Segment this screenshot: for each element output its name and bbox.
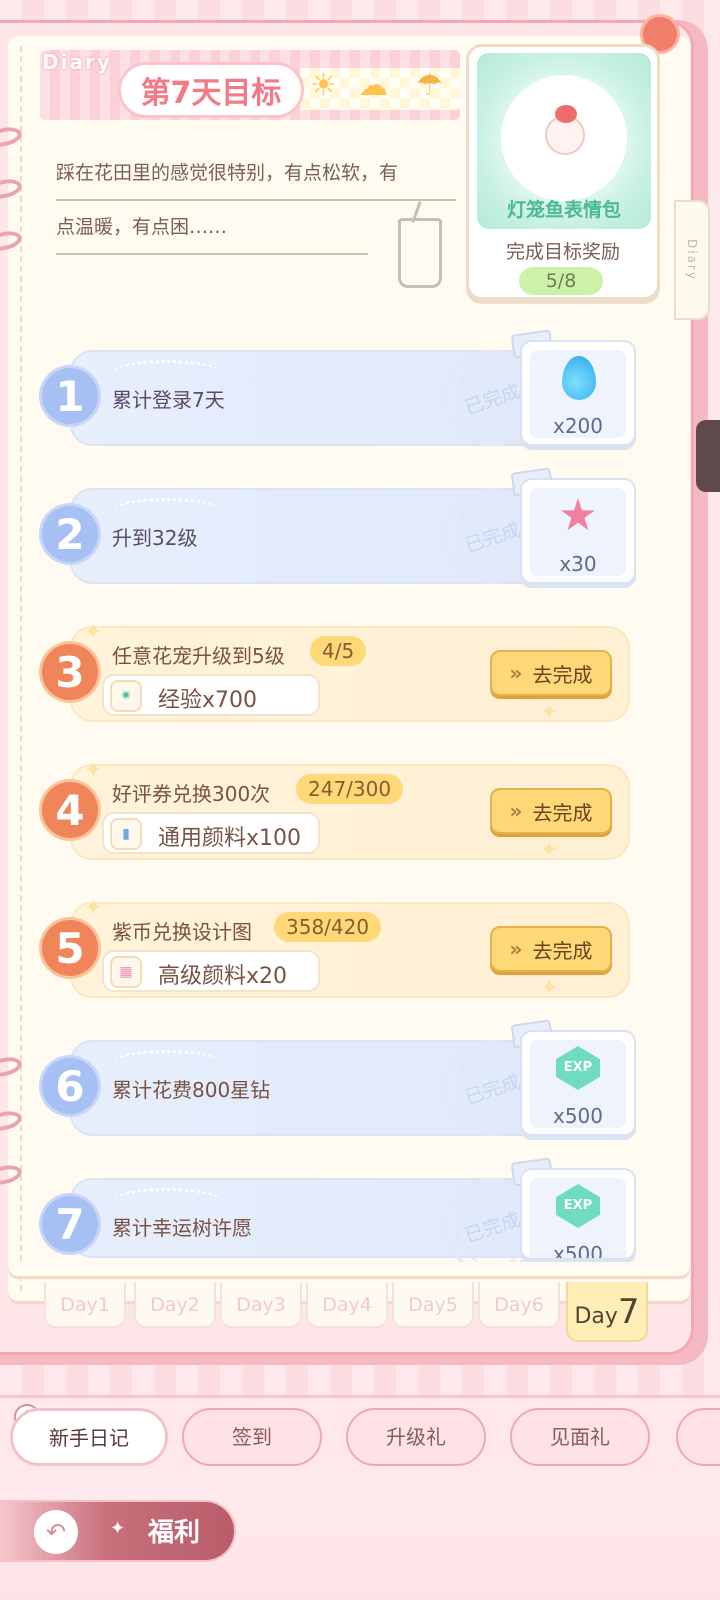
water-drop-icon — [562, 356, 596, 400]
task-progress: 247/300 — [296, 774, 404, 804]
cloud-icon: ☁ — [358, 68, 388, 103]
task-number: 5 — [42, 920, 98, 976]
tab-sign-in[interactable]: 签到 — [182, 1408, 322, 1466]
diary-line-2: 点温暖，有点困…… — [56, 212, 368, 255]
task-number: 7 — [42, 1196, 98, 1252]
task-title: 任意花宠升级到5级 — [112, 644, 285, 668]
swirl-decoration — [112, 498, 222, 524]
task-title: 好评券兑换300次 — [112, 782, 271, 806]
task-title: 累计幸运树许愿 — [112, 1216, 252, 1240]
reward-amount: x30 — [559, 552, 597, 576]
sparkle-decoration: ✦ — [540, 976, 559, 1001]
tab-level-gift[interactable]: 升级礼 — [346, 1408, 486, 1466]
double-chevron-icon: » — [509, 661, 523, 685]
sparkle-decoration: ✦ — [84, 620, 103, 645]
sparkle-decoration: ✦ — [540, 838, 559, 863]
task-number: 3 — [42, 644, 98, 700]
reward-amount: x500 — [552, 1242, 603, 1260]
reward-amount: x500 — [552, 1104, 603, 1128]
diary-tag: Diary — [42, 50, 112, 74]
reward-preview: 灯笼鱼表情包 — [477, 53, 651, 229]
paint-bottle-icon: ▮ — [110, 818, 142, 850]
sun-icon: ☀ — [310, 68, 337, 103]
diary-side-tab[interactable]: Diary — [674, 200, 710, 320]
sparkle-decoration: ✦ — [84, 896, 103, 921]
go-complete-button[interactable]: » 去完成 — [490, 650, 612, 696]
drink-cup-icon — [398, 218, 442, 288]
task-reward-chip[interactable]: ▦ 高级颜料x20 — [102, 950, 320, 992]
reward-progress: 5/8 — [519, 267, 603, 295]
task-reward-chip[interactable]: ▮ 通用颜料x100 — [102, 812, 320, 854]
reward-name: 灯笼鱼表情包 — [506, 199, 621, 221]
task-reward-chip[interactable]: ✷ 经验x700 — [102, 674, 320, 716]
tab-meet-gift[interactable]: 见面礼 — [510, 1408, 650, 1466]
swirl-decoration — [112, 1188, 222, 1214]
back-arrow-icon[interactable]: ↶ — [34, 1510, 78, 1554]
sparkle-decoration: ✦ — [84, 758, 103, 783]
pink-star-icon: ★ — [558, 490, 598, 541]
reward-label: 完成目标奖励 — [505, 241, 620, 263]
task-progress: 4/5 — [310, 636, 367, 666]
diary-line-1: 踩在花田里的感觉很特别，有点松软，有 — [56, 158, 456, 201]
sparkle-icon: ✦ — [110, 1518, 126, 1539]
side-handle[interactable] — [696, 420, 720, 492]
task-reward-box[interactable]: ★ x30 — [520, 478, 636, 584]
day-prefix: Day — [574, 1304, 618, 1329]
reward-text: 经验x700 — [158, 688, 258, 713]
button-label: 去完成 — [532, 662, 593, 687]
day-tab-7-active[interactable]: Day7 — [566, 1282, 648, 1342]
task-reward-box[interactable]: EXP x500 — [520, 1030, 636, 1136]
day-tab-3[interactable]: Day3 — [220, 1282, 302, 1328]
task-number: 6 — [42, 1058, 98, 1114]
goal-reward-card[interactable]: 灯笼鱼表情包 完成目标奖励 5/8 — [466, 44, 660, 300]
task-title: 累计花费800星钻 — [112, 1078, 271, 1102]
day-number: 7 — [617, 1292, 640, 1332]
task-title: 升到32级 — [112, 526, 198, 550]
go-complete-button[interactable]: » 去完成 — [490, 788, 612, 834]
day-tab-5[interactable]: Day5 — [392, 1282, 474, 1328]
task-number: 4 — [42, 782, 98, 838]
go-complete-button[interactable]: » 去完成 — [490, 926, 612, 972]
button-label: 去完成 — [532, 938, 593, 963]
day-tab-6[interactable]: Day6 — [478, 1282, 560, 1328]
task-title: 累计登录7天 — [112, 388, 225, 412]
swirl-decoration — [112, 1050, 222, 1076]
day-tab-2[interactable]: Day2 — [134, 1282, 216, 1328]
paint-box-icon: ▦ — [110, 956, 142, 988]
day-tab-4[interactable]: Day4 — [306, 1282, 388, 1328]
sparkle-decoration: ✦ — [540, 700, 559, 725]
day-tab-1[interactable]: Day1 — [44, 1282, 126, 1328]
page-title: 第7天目标 — [118, 62, 304, 118]
rain-icon: ☂ — [416, 68, 443, 103]
swirl-decoration — [112, 360, 222, 386]
task-number: 2 — [42, 506, 98, 562]
reward-text: 高级颜料x20 — [158, 964, 288, 989]
button-label: 去完成 — [532, 800, 593, 825]
exp-icon: ✷ — [110, 680, 142, 712]
task-reward-box[interactable]: x200 — [520, 340, 636, 446]
double-chevron-icon: » — [509, 937, 523, 961]
reward-text: 通用颜料x100 — [158, 826, 302, 851]
tab-newbie-diary[interactable]: 新手日记 — [10, 1408, 168, 1466]
task-number: 1 — [42, 368, 98, 424]
reward-amount: x200 — [552, 414, 603, 438]
lantern-fish-sticker-icon — [545, 105, 585, 155]
task-reward-box[interactable]: EXP x500 — [520, 1168, 636, 1260]
welfare-label: 福利 — [148, 1518, 201, 1548]
page-bottom-edge — [8, 1262, 690, 1276]
double-chevron-icon: » — [509, 799, 523, 823]
task-progress: 358/420 — [274, 912, 382, 942]
task-title: 紫币兑换设计图 — [112, 920, 252, 944]
